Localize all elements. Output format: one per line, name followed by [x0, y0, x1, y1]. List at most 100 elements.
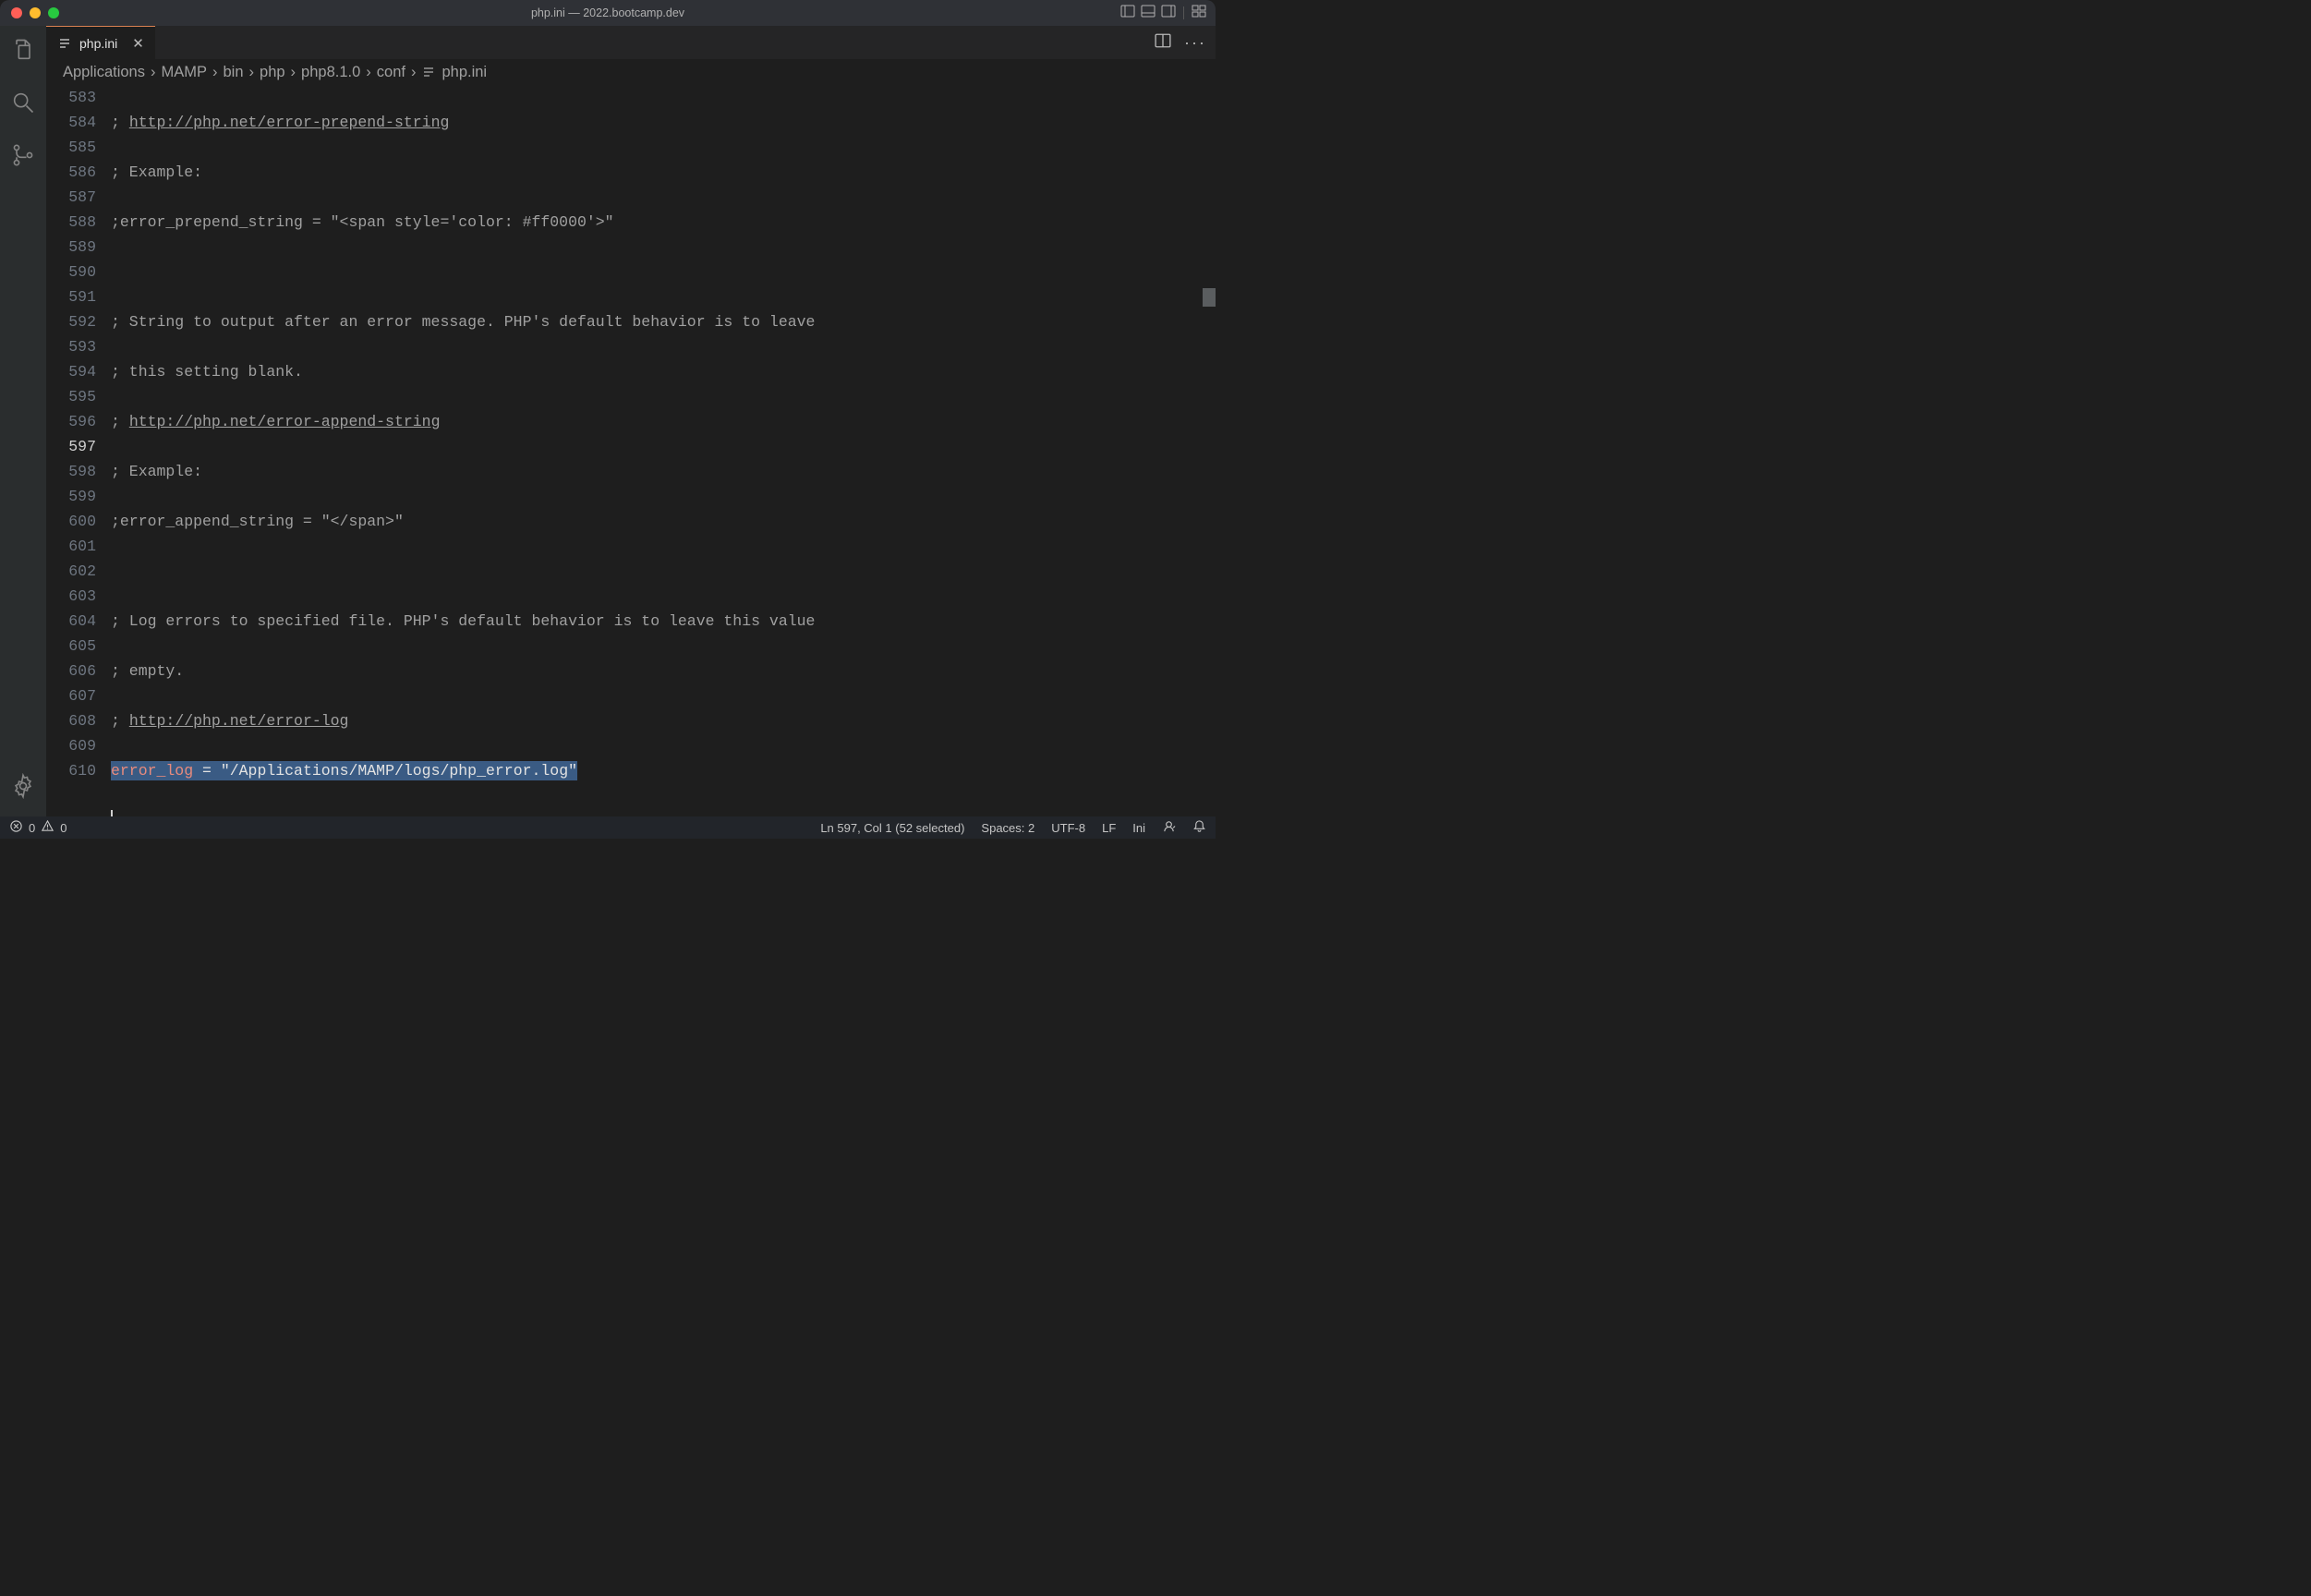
- line-number[interactable]: 601: [46, 534, 96, 559]
- search-icon[interactable]: [10, 90, 36, 120]
- editor-body[interactable]: 5835845855865875885895905915925935945955…: [46, 85, 1216, 816]
- line-number[interactable]: 608: [46, 708, 96, 733]
- line-number[interactable]: 597: [46, 434, 96, 459]
- line-number[interactable]: 589: [46, 235, 96, 260]
- explorer-icon[interactable]: [10, 37, 36, 67]
- line-number[interactable]: 596: [46, 409, 96, 434]
- line-number[interactable]: 599: [46, 484, 96, 509]
- eol[interactable]: LF: [1102, 821, 1116, 835]
- chevron-right-icon: ›: [151, 64, 156, 81]
- code-text: ; empty.: [111, 659, 1216, 683]
- chevron-right-icon: ›: [366, 64, 371, 81]
- line-number[interactable]: 584: [46, 110, 96, 135]
- toggle-panel-icon[interactable]: [1141, 4, 1156, 23]
- chevron-right-icon: ›: [249, 64, 255, 81]
- customize-layout-icon[interactable]: [1192, 4, 1206, 23]
- line-number[interactable]: 594: [46, 359, 96, 384]
- text-cursor: [111, 810, 113, 816]
- indentation[interactable]: Spaces: 2: [981, 821, 1035, 835]
- activity-bar: [0, 26, 46, 816]
- close-tab-icon[interactable]: ✕: [132, 35, 144, 52]
- more-actions-icon[interactable]: ···: [1184, 34, 1206, 51]
- breadcrumb-segment[interactable]: conf: [377, 64, 405, 81]
- breadcrumb-file[interactable]: php.ini: [442, 64, 487, 81]
- settings-gear-icon[interactable]: [10, 773, 36, 804]
- layout-controls: [1120, 4, 1206, 23]
- chevron-right-icon: ›: [411, 64, 417, 81]
- chevron-right-icon: ›: [212, 64, 218, 81]
- file-icon: [421, 65, 436, 79]
- line-number-gutter[interactable]: 5835845855865875885895905915925935945955…: [46, 85, 111, 816]
- line-number[interactable]: 605: [46, 634, 96, 659]
- file-icon: [57, 36, 72, 51]
- errors-icon[interactable]: [9, 819, 23, 836]
- encoding[interactable]: UTF-8: [1051, 821, 1085, 835]
- code-text: ; Example:: [111, 160, 1216, 185]
- breadcrumb-segment[interactable]: php: [260, 64, 285, 81]
- toggle-sidebar-icon[interactable]: [1120, 4, 1135, 23]
- toggle-secondary-sidebar-icon[interactable]: [1161, 4, 1176, 23]
- tab-filename: php.ini: [79, 36, 117, 51]
- minimize-window-button[interactable]: [30, 7, 41, 18]
- line-number[interactable]: 598: [46, 459, 96, 484]
- language-mode[interactable]: Ini: [1132, 821, 1145, 835]
- breadcrumb-segment[interactable]: MAMP: [161, 64, 207, 81]
- source-control-icon[interactable]: [10, 142, 36, 173]
- traffic-lights: [0, 7, 59, 18]
- window-title: php.ini — 2022.bootcamp.dev: [531, 6, 684, 19]
- code-link[interactable]: http://php.net/error-prepend-string: [129, 114, 450, 131]
- warnings-icon[interactable]: [41, 819, 54, 836]
- code-value: "/Applications/MAMP/logs/php_error.log": [221, 762, 577, 780]
- breadcrumb-segment[interactable]: bin: [223, 64, 243, 81]
- cursor-position[interactable]: Ln 597, Col 1 (52 selected): [820, 821, 964, 835]
- errors-count[interactable]: 0: [29, 821, 35, 835]
- breadcrumb[interactable]: Applications› MAMP› bin› php› php8.1.0› …: [46, 59, 1216, 85]
- line-number[interactable]: 610: [46, 758, 96, 783]
- code-link[interactable]: http://php.net/error-append-string: [129, 413, 441, 430]
- line-number[interactable]: 583: [46, 85, 96, 110]
- feedback-icon[interactable]: [1162, 819, 1176, 836]
- code-text: ; Log errors to specified file. PHP's de…: [111, 609, 1216, 634]
- close-window-button[interactable]: [11, 7, 22, 18]
- code-link[interactable]: http://php.net/error-log: [129, 712, 349, 730]
- code-text: [111, 260, 1216, 284]
- line-number[interactable]: 586: [46, 160, 96, 185]
- split-editor-icon[interactable]: [1155, 32, 1171, 54]
- breadcrumb-segment[interactable]: php8.1.0: [301, 64, 360, 81]
- tab-php-ini[interactable]: php.ini ✕: [46, 26, 155, 59]
- line-number[interactable]: 591: [46, 284, 96, 309]
- line-number[interactable]: 588: [46, 210, 96, 235]
- chevron-right-icon: ›: [291, 64, 296, 81]
- line-number[interactable]: 585: [46, 135, 96, 160]
- line-number[interactable]: 593: [46, 334, 96, 359]
- breadcrumb-segment[interactable]: Applications: [63, 64, 145, 81]
- line-number[interactable]: 592: [46, 309, 96, 334]
- warnings-count[interactable]: 0: [60, 821, 67, 835]
- line-number[interactable]: 604: [46, 609, 96, 634]
- code-text: ;: [111, 114, 129, 131]
- notifications-icon[interactable]: [1192, 819, 1206, 836]
- code-text: ; String to output after an error messag…: [111, 309, 1216, 334]
- code-area[interactable]: ; http://php.net/error-prepend-string ; …: [111, 85, 1216, 816]
- code-text: ;error_prepend_string = "<span style='co…: [111, 210, 1216, 235]
- code-text: [111, 559, 1216, 584]
- line-number[interactable]: 603: [46, 584, 96, 609]
- separator: [1183, 6, 1184, 19]
- code-text: ;: [111, 712, 129, 730]
- line-number[interactable]: 606: [46, 659, 96, 683]
- fullscreen-window-button[interactable]: [48, 7, 59, 18]
- code-text: ;error_append_string = "</span>": [111, 509, 1216, 534]
- tab-bar: php.ini ✕ ···: [46, 26, 1216, 59]
- line-number[interactable]: 595: [46, 384, 96, 409]
- line-number[interactable]: 609: [46, 733, 96, 758]
- code-text: ; this setting blank.: [111, 359, 1216, 384]
- scrollbar-marker[interactable]: [1203, 288, 1216, 307]
- line-number[interactable]: 607: [46, 683, 96, 708]
- code-text: ; Example:: [111, 459, 1216, 484]
- line-number[interactable]: 602: [46, 559, 96, 584]
- title-bar: php.ini — 2022.bootcamp.dev: [0, 0, 1216, 26]
- line-number[interactable]: 590: [46, 260, 96, 284]
- line-number[interactable]: 600: [46, 509, 96, 534]
- line-number[interactable]: 587: [46, 185, 96, 210]
- code-key: error_log: [111, 762, 193, 780]
